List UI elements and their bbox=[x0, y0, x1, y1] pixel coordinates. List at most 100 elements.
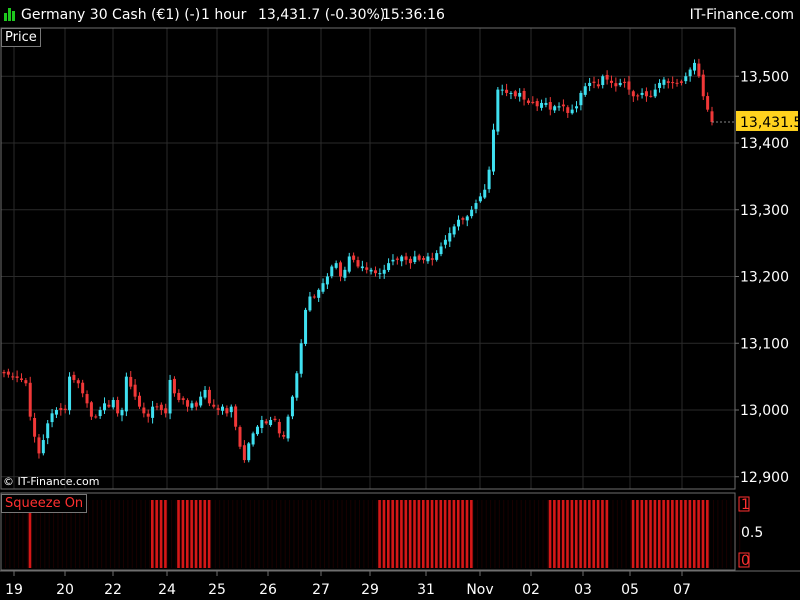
candle-body bbox=[15, 376, 19, 378]
candle-body bbox=[435, 253, 439, 260]
candle-body bbox=[33, 418, 37, 437]
candle-body bbox=[107, 404, 111, 407]
candle-body bbox=[653, 89, 657, 97]
candle-body bbox=[666, 81, 670, 83]
candle-body bbox=[500, 89, 504, 91]
squeeze-bars bbox=[5, 500, 741, 568]
candle-body bbox=[413, 256, 417, 263]
candle-body bbox=[142, 407, 146, 414]
candle-body bbox=[509, 92, 513, 94]
time-axis[interactable]: 19 20 22 24 25 26 27 29 31 Nov 02 03 05 07 bbox=[5, 571, 691, 598]
candle-body bbox=[483, 189, 487, 198]
candle-body bbox=[404, 256, 408, 260]
candle-body bbox=[321, 283, 325, 292]
squeeze-panel-label[interactable]: Squeeze On bbox=[1, 494, 88, 513]
candle-body bbox=[190, 403, 194, 408]
candle-body bbox=[373, 270, 377, 274]
candle-body bbox=[72, 374, 76, 380]
time-tick-label: 07 bbox=[673, 582, 691, 598]
price-tick-label: 13,300 bbox=[740, 203, 789, 219]
candle-body bbox=[46, 423, 50, 439]
candle-body bbox=[531, 101, 535, 103]
price-tick-label: 13,500 bbox=[740, 69, 789, 85]
candle-body bbox=[395, 258, 399, 260]
candle-body bbox=[124, 376, 128, 412]
candle-body bbox=[618, 82, 622, 86]
candle-body bbox=[282, 435, 286, 437]
candle-body bbox=[277, 421, 281, 434]
candle-body bbox=[295, 373, 299, 398]
candle-body bbox=[199, 396, 203, 406]
candle-body bbox=[430, 258, 434, 260]
time-tick-label: 31 bbox=[417, 582, 435, 598]
candle-body bbox=[688, 69, 692, 77]
candle-body bbox=[98, 410, 102, 417]
candle-body bbox=[68, 376, 72, 411]
candle-body bbox=[701, 74, 705, 97]
candle-body bbox=[339, 262, 343, 277]
candle-body bbox=[286, 416, 290, 439]
candle-body bbox=[548, 102, 552, 110]
candle-body bbox=[151, 406, 155, 418]
candle-body bbox=[347, 256, 351, 272]
candle-body bbox=[81, 382, 85, 394]
candle-body bbox=[59, 408, 63, 410]
panel-frames bbox=[0, 27, 800, 572]
candle-body bbox=[299, 343, 303, 374]
candle-body bbox=[229, 406, 233, 413]
candle-body bbox=[640, 92, 644, 95]
candle-body bbox=[94, 416, 98, 418]
time-tick-label: Nov bbox=[466, 582, 493, 598]
candle-body bbox=[601, 76, 605, 86]
time-tick-label: 27 bbox=[312, 582, 330, 598]
candle-body bbox=[37, 437, 41, 454]
candle-body bbox=[85, 394, 89, 404]
indicator-tick-label: 1 bbox=[741, 497, 750, 513]
candle-body bbox=[212, 404, 216, 407]
candle-body bbox=[658, 82, 662, 88]
candle-body bbox=[89, 402, 93, 417]
candle-body bbox=[448, 233, 452, 242]
candle-body bbox=[111, 399, 115, 408]
candle-body bbox=[330, 266, 334, 277]
candle-body bbox=[544, 102, 548, 105]
indicator-tick-label: 0.5 bbox=[741, 525, 763, 541]
candle-body bbox=[697, 63, 701, 77]
candle-body bbox=[225, 408, 229, 414]
candle-body bbox=[596, 84, 600, 87]
candle-body bbox=[41, 440, 45, 454]
candle-body bbox=[461, 218, 465, 220]
candle-body bbox=[207, 389, 211, 404]
candle-body bbox=[334, 263, 338, 268]
last-price-label: 13,431.5 bbox=[740, 115, 800, 131]
candle-body bbox=[264, 421, 268, 424]
candle-body bbox=[623, 81, 627, 83]
price-axis[interactable]: 12,900 13,000 13,100 13,200 13,300 13,400 13,5… bbox=[735, 69, 789, 486]
candle-body bbox=[526, 100, 530, 103]
candle-body bbox=[513, 91, 517, 97]
candle-body bbox=[146, 413, 150, 417]
price-panel-label[interactable]: Price bbox=[1, 28, 41, 47]
candle-body bbox=[710, 111, 714, 122]
candle-body bbox=[631, 91, 635, 97]
candle-body bbox=[177, 392, 181, 400]
candle-body bbox=[54, 410, 58, 415]
time-tick-label: 24 bbox=[158, 582, 176, 598]
candle-body bbox=[216, 408, 220, 410]
time-tick-label: 29 bbox=[361, 582, 379, 598]
candle-body bbox=[693, 62, 697, 71]
candle-body bbox=[487, 169, 491, 190]
candle-body bbox=[627, 81, 631, 90]
indicator-axis: 10.50 bbox=[738, 496, 763, 569]
chart-area[interactable]: 12,900 13,000 13,100 13,200 13,300 13,400 13,5… bbox=[0, 0, 800, 600]
candle-body bbox=[570, 109, 574, 114]
candle-body bbox=[522, 90, 526, 100]
candle-body bbox=[181, 398, 185, 400]
candle-body bbox=[251, 433, 255, 445]
price-tick-label: 13,000 bbox=[740, 403, 789, 419]
candle-body bbox=[116, 400, 120, 414]
candle-body bbox=[579, 92, 583, 106]
candle-body bbox=[133, 384, 137, 397]
candle-body bbox=[360, 266, 364, 269]
candle-body bbox=[439, 246, 443, 255]
